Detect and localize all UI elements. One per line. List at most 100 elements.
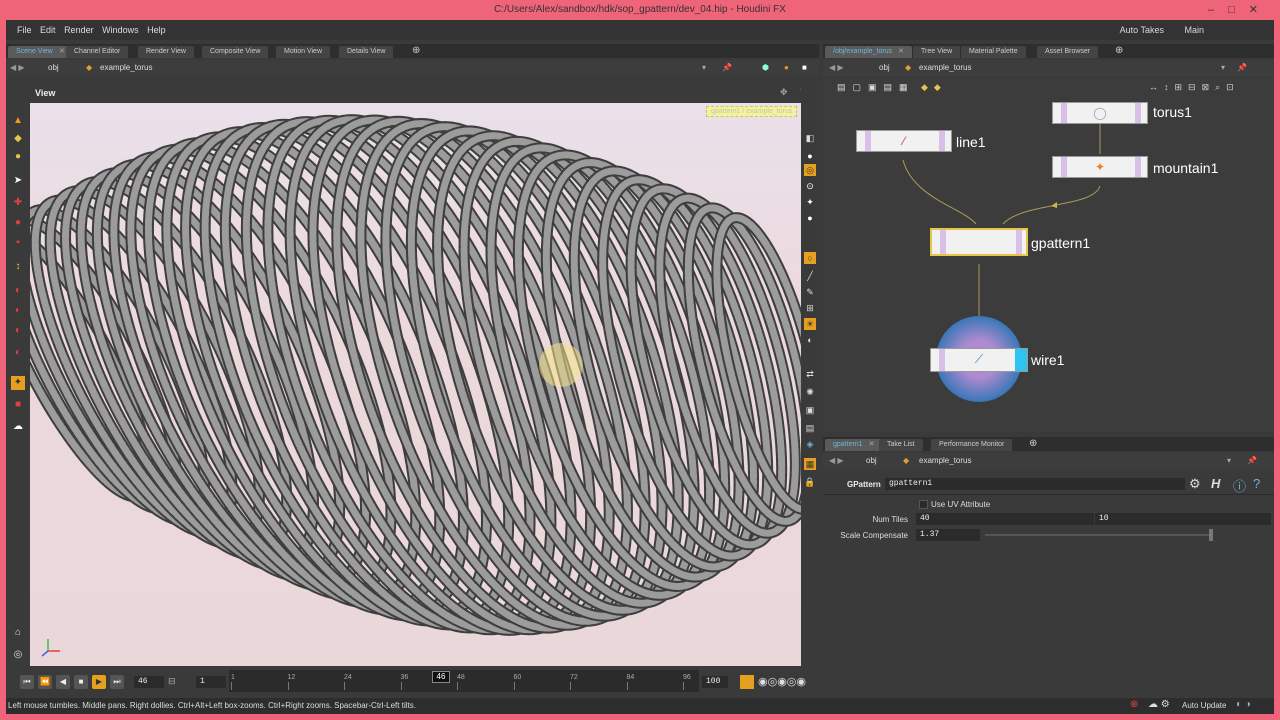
help-icon[interactable]: ? <box>1253 476 1260 491</box>
auto-takes-toggle[interactable]: Auto Takes <box>1120 25 1164 35</box>
play-icon[interactable]: ▶ <box>92 675 106 689</box>
rotate-icon[interactable]: ● <box>11 216 25 230</box>
tab-scene-view[interactable]: Scene View ✕ <box>8 46 73 58</box>
tab-motion-view[interactable]: Motion View <box>276 46 331 58</box>
normals-icon[interactable]: ✦ <box>804 196 816 208</box>
playhead-marker[interactable]: 46 <box>432 671 450 683</box>
lock-icon[interactable]: 🔒 <box>804 476 816 488</box>
tab-tree-view[interactable]: Tree View <box>913 46 961 58</box>
maximize-icon[interactable]: □ <box>1228 4 1249 16</box>
minimize-icon[interactable]: – <box>1208 4 1228 16</box>
back-icon[interactable]: ◀ ▶ <box>10 60 25 76</box>
view-icon[interactable]: ☁ <box>11 420 25 434</box>
pose-icon[interactable]: ↕ <box>11 260 25 274</box>
audio-icon[interactable]: ◉◎◉◎◉ <box>758 675 806 688</box>
bypass-flag[interactable] <box>939 349 945 371</box>
render-icon[interactable]: ● <box>784 60 789 76</box>
tab-take-list[interactable]: Take List <box>879 439 923 451</box>
tab-asset-browser[interactable]: Asset Browser <box>1037 46 1099 58</box>
camera-icon[interactable]: ✥ <box>780 87 788 98</box>
layout-icon[interactable]: ▤ <box>804 422 816 434</box>
back-icon[interactable]: ◀ ▶ <box>829 453 844 469</box>
bypass-flag[interactable] <box>1061 157 1067 177</box>
scale-compensate-slider-handle[interactable] <box>1209 529 1213 541</box>
path-root[interactable]: obj <box>48 60 59 76</box>
sphere-icon[interactable]: ● <box>804 212 816 224</box>
scene-viewport[interactable]: gpattern1 / example_torus <box>30 103 801 666</box>
close-icon[interactable]: ✕ <box>59 48 65 55</box>
network-editor[interactable]: ◯ torus1 ⁄ line1 ✦ mountain1 gpattern1 ⟋… <box>823 98 1274 432</box>
camera-lock-icon[interactable]: ◎ <box>804 164 816 176</box>
pin-icon[interactable]: 📌 <box>722 60 732 76</box>
path-node[interactable]: example_torus <box>100 60 152 76</box>
use-uv-checkbox[interactable] <box>919 500 928 509</box>
close-icon[interactable]: ✕ <box>898 48 904 55</box>
menu-help[interactable]: Help <box>144 20 169 40</box>
path-node[interactable]: example_torus <box>919 453 971 469</box>
node-wire1[interactable]: ⟋ <box>930 348 1028 372</box>
back-icon[interactable]: ◀ ▶ <box>829 60 844 76</box>
update-icon[interactable]: ◐ ◑ <box>1236 699 1251 710</box>
cloud-icon[interactable]: ☁ ⚙ <box>1148 699 1170 710</box>
display-flag[interactable] <box>1015 349 1027 371</box>
realtime-toggle-icon[interactable] <box>740 675 754 689</box>
visualize-icon[interactable]: ◈ <box>804 438 816 450</box>
chevron-down-icon[interactable]: ▾ <box>1221 60 1225 76</box>
chevron-down-icon[interactable]: ▾ <box>1227 453 1231 469</box>
node-name-field[interactable]: gpattern1 <box>885 478 1185 490</box>
menu-windows[interactable]: Windows <box>99 20 142 40</box>
brush-icon[interactable]: ● <box>11 150 25 164</box>
current-frame-field[interactable]: 46 <box>134 676 164 688</box>
error-icon[interactable]: ⊗ <box>1130 699 1138 710</box>
tab-render-view[interactable]: Render View <box>138 46 194 58</box>
snap-grid-icon[interactable]: ◐ <box>11 346 25 360</box>
end-frame-field[interactable]: 100 <box>702 676 728 688</box>
add-tab-icon[interactable]: ⊕ <box>412 45 420 56</box>
safe-area-icon[interactable]: ▦ <box>804 458 816 470</box>
display-flag[interactable] <box>1135 103 1141 123</box>
snap-icon[interactable]: ◐ <box>11 324 25 338</box>
stop-icon[interactable]: ■ <box>74 675 88 689</box>
shading-icon[interactable]: ● <box>804 150 816 162</box>
houdini-help-icon[interactable]: H <box>1211 476 1220 491</box>
add-tab-icon[interactable]: ⊕ <box>1029 438 1037 449</box>
tab-network[interactable]: /obj/example_torus ✕ <box>825 46 913 58</box>
bypass-flag[interactable] <box>940 230 946 254</box>
menu-render[interactable]: Render <box>61 20 97 40</box>
pin-icon[interactable]: 📌 <box>1237 60 1247 76</box>
start-frame-field[interactable]: 1 <box>196 676 226 688</box>
display-flag[interactable] <box>1135 157 1141 177</box>
bypass-flag[interactable] <box>865 131 871 151</box>
tab-details-view[interactable]: Details View <box>339 46 394 58</box>
num-tiles-y-field[interactable]: 10 <box>1095 513 1271 525</box>
pen-icon[interactable]: ✎ <box>804 286 816 298</box>
background-icon[interactable]: ■ <box>802 60 807 76</box>
display-options-icon[interactable]: ◧ <box>804 132 816 144</box>
bypass-flag[interactable] <box>1061 103 1067 123</box>
point-display-icon[interactable]: ⊙ <box>804 180 816 192</box>
add-tab-icon[interactable]: ⊕ <box>1115 45 1123 56</box>
scale-compensate-field[interactable]: 1.37 <box>916 529 980 541</box>
home-icon[interactable]: ⌂ <box>11 626 25 640</box>
window-controls[interactable]: –□✕ <box>1208 0 1272 20</box>
light-bulb-icon[interactable]: ✺ <box>804 386 816 398</box>
tab-composite-view[interactable]: Composite View <box>202 46 269 58</box>
layout-tools-icon[interactable]: ↔↕⊞⊟⊠⌕⊡ <box>1149 82 1240 93</box>
menu-edit[interactable]: Edit <box>37 20 59 40</box>
tab-material-palette[interactable]: Material Palette <box>961 46 1026 58</box>
menu-file[interactable]: File <box>14 20 35 40</box>
tab-channel-editor[interactable]: Channel Editor <box>66 46 129 58</box>
step-back-icon[interactable]: ⏪ <box>38 675 52 689</box>
ghost-icon[interactable]: ○ <box>804 252 816 264</box>
magnet-icon[interactable]: ◐ <box>11 284 25 298</box>
close-icon[interactable]: ✕ <box>869 441 875 448</box>
grid-icon[interactable]: ⊞ <box>804 302 816 314</box>
node-mountain1[interactable]: ✦ <box>1052 156 1148 178</box>
magnet-alt-icon[interactable]: ◐ <box>11 304 25 318</box>
handle-icon[interactable]: ✦ <box>11 376 25 390</box>
frame-icon[interactable]: ◎ <box>11 648 25 662</box>
timeline-ruler[interactable]: 1 12 24 36 48 60 72 84 96 46 <box>229 670 699 692</box>
path-node[interactable]: example_torus <box>919 60 971 76</box>
chevron-down-icon[interactable]: ▾ <box>702 60 706 76</box>
lasso-icon[interactable]: ◆ <box>11 132 25 146</box>
